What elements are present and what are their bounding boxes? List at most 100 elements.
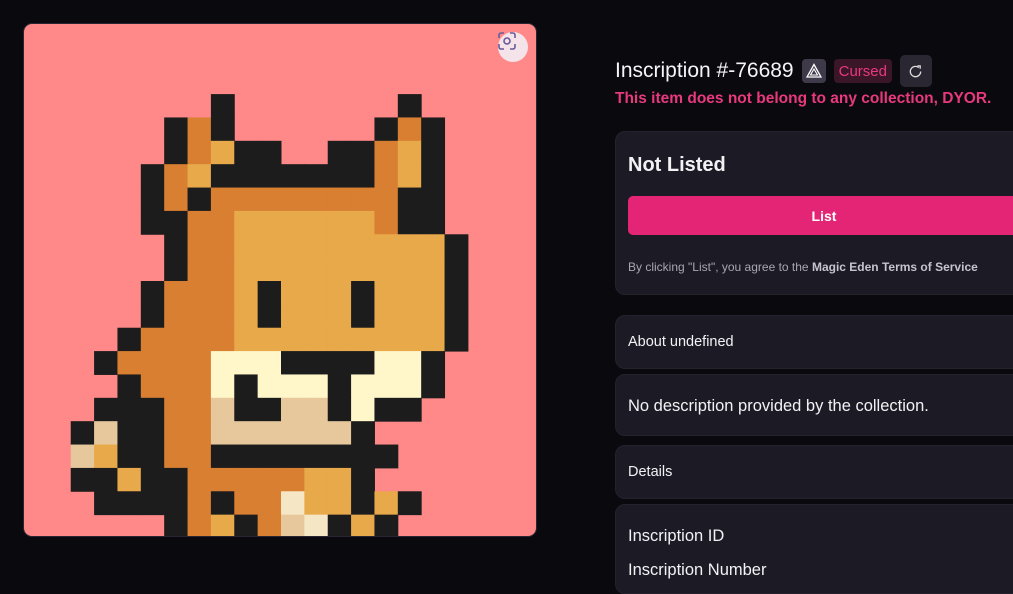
pixel (351, 304, 375, 329)
pixel (187, 234, 212, 259)
pixel (164, 444, 189, 469)
terms-prefix: By clicking "List", you agree to the (628, 260, 809, 274)
pixel (117, 374, 142, 399)
pixel (164, 491, 189, 516)
pixel (257, 327, 282, 352)
pixel (444, 281, 469, 305)
pixel (257, 491, 282, 516)
pixel (164, 210, 189, 235)
pixel (304, 444, 329, 469)
pixel (327, 397, 352, 422)
refresh-button[interactable] (899, 55, 932, 87)
pixel (281, 187, 305, 212)
pixel (397, 210, 422, 235)
pixel (327, 187, 352, 212)
pixel (140, 210, 165, 235)
pixel (257, 257, 282, 282)
about-section-header[interactable]: About undefined (615, 315, 1013, 369)
pixel (187, 164, 212, 189)
pixel (374, 304, 399, 329)
pixel (94, 421, 118, 446)
pixel (374, 187, 399, 212)
pixel (210, 164, 235, 189)
pixel (327, 210, 352, 235)
pixel (187, 374, 212, 399)
pixel (351, 257, 375, 282)
pixel (374, 117, 399, 142)
pixel (397, 374, 422, 399)
pixel (281, 304, 305, 329)
pixel (327, 514, 352, 536)
listing-panel: Not Listed List By clicking "List", you … (615, 131, 1013, 295)
pixel (281, 374, 305, 399)
pixel (94, 397, 118, 422)
pixel (327, 374, 352, 399)
pixel (117, 467, 142, 492)
pixel (281, 351, 305, 375)
details-section-header[interactable]: Details (615, 445, 1013, 499)
pixel (351, 374, 375, 399)
pixel (94, 444, 118, 469)
pixel (374, 257, 399, 282)
fullscreen-button[interactable] (498, 32, 528, 62)
pixel (257, 281, 282, 305)
pixel (421, 210, 446, 235)
pixel (351, 514, 375, 536)
pixel (164, 514, 189, 536)
pixel (164, 164, 189, 189)
pixel (327, 444, 352, 469)
pixel (164, 421, 189, 446)
pixel (164, 397, 189, 422)
nft-artwork[interactable] (23, 23, 537, 537)
pixel (397, 140, 422, 165)
pixel (187, 257, 212, 282)
pixel (304, 421, 329, 446)
pixel (234, 234, 259, 259)
pixel (351, 234, 375, 259)
pixel (351, 467, 375, 492)
pixel (164, 187, 189, 212)
pixel (140, 444, 165, 469)
pixel (210, 140, 235, 165)
pixel (421, 257, 446, 282)
pixel (374, 374, 399, 399)
pixel (257, 374, 282, 399)
pixel (351, 421, 375, 446)
pixel (164, 304, 189, 329)
pixel (187, 444, 212, 469)
pixel (234, 514, 259, 536)
pixel (70, 467, 95, 492)
pixel (164, 117, 189, 142)
pixel (234, 210, 259, 235)
pixel (187, 491, 212, 516)
pixel (234, 421, 259, 446)
pixel (351, 210, 375, 235)
pixel (117, 397, 142, 422)
pixel (281, 234, 305, 259)
pixel (234, 140, 259, 165)
pixel (257, 421, 282, 446)
listing-status: Not Listed (628, 154, 726, 176)
pixel (327, 234, 352, 259)
pixel (374, 327, 399, 352)
pixel (257, 514, 282, 536)
terms-notice: By clicking "List", you agree to the Mag… (628, 260, 978, 274)
pixel (210, 304, 235, 329)
pixel (187, 421, 212, 446)
pixel (281, 164, 305, 189)
pixel (397, 164, 422, 189)
about-label: About undefined (628, 334, 734, 350)
pixel (140, 281, 165, 305)
pixel (140, 397, 165, 422)
pixel (257, 234, 282, 259)
pixel (281, 491, 305, 516)
pixel (94, 351, 118, 375)
list-button[interactable]: List (628, 196, 1013, 235)
pixel (421, 327, 446, 352)
details-panel: Inscription ID Inscription Number (615, 504, 1013, 594)
pixel (234, 281, 259, 305)
ordinals-triangle-icon[interactable] (801, 59, 826, 83)
terms-link[interactable]: Magic Eden Terms of Service (812, 260, 978, 274)
pixel (304, 397, 329, 422)
pixel (304, 351, 329, 375)
